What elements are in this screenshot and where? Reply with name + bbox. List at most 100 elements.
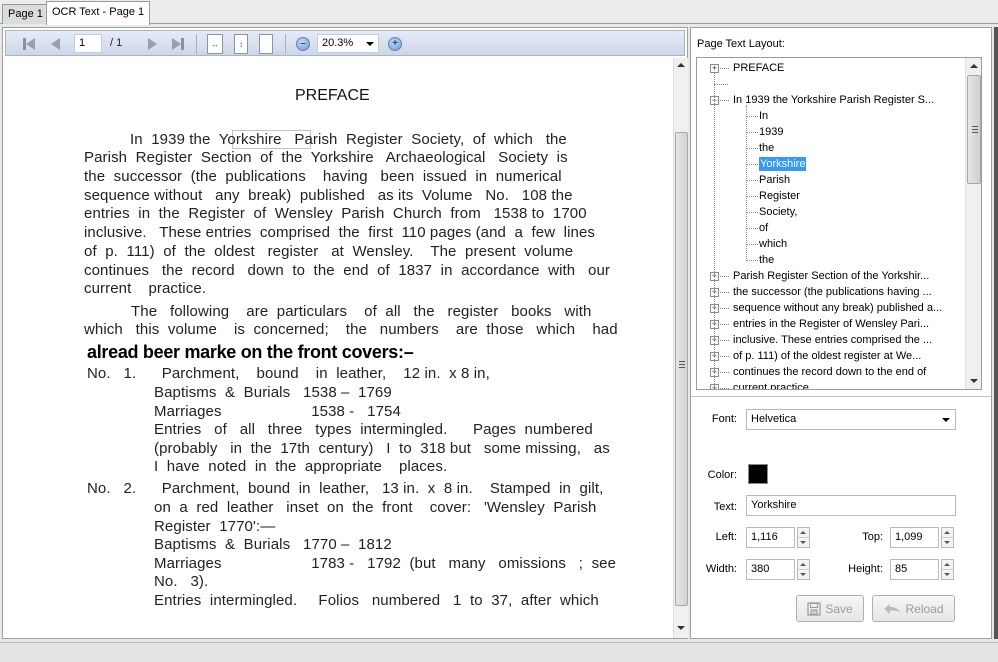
tree-connector — [746, 180, 758, 181]
fit-height-icon: ↕ — [239, 39, 243, 49]
document-line: entries in the Register of Wensley Paris… — [84, 205, 587, 222]
text-layout-tree[interactable]: + PREFACE − In 1939 the Yorkshire Parish Re… — [696, 57, 982, 390]
tree-item[interactable]: of — [759, 221, 768, 235]
fit-width-button[interactable]: ↔ — [207, 34, 223, 54]
spin-down-icon[interactable] — [800, 573, 806, 576]
document-scrollbar[interactable] — [673, 58, 688, 638]
tree-item[interactable]: 1939 — [759, 125, 783, 139]
spin-up-icon[interactable] — [944, 531, 950, 534]
chevron-down-icon — [366, 42, 374, 46]
document-line: current practice. — [84, 280, 207, 297]
tree-connector — [746, 105, 747, 261]
tree-scrollbar[interactable] — [965, 58, 981, 389]
tree-item[interactable]: Society, — [759, 205, 797, 219]
window-edge — [994, 27, 998, 639]
tree-item[interactable]: sequence without any break) published a.… — [733, 301, 942, 315]
tree-connector — [746, 148, 758, 149]
first-page-button[interactable] — [20, 34, 38, 54]
tree-item[interactable]: which — [759, 237, 787, 251]
tree-item[interactable]: Parish Register Section of the Yorkshir.… — [733, 269, 929, 283]
reload-button[interactable]: Reload — [872, 595, 955, 622]
tree-connector — [720, 324, 729, 325]
status-bar — [0, 642, 998, 662]
left-field[interactable]: 1,116 — [746, 527, 795, 548]
tree-item[interactable]: In 1939 the Yorkshire Parish Register S.… — [733, 93, 934, 107]
font-select[interactable]: Helvetica — [746, 409, 956, 430]
tree-item[interactable]: In — [759, 109, 768, 123]
toolbar-separator — [196, 34, 197, 54]
tree-item[interactable]: continues the record down to the end of — [733, 365, 926, 379]
scroll-down-icon[interactable] — [970, 379, 978, 383]
width-field[interactable]: 380 — [746, 559, 795, 580]
save-button[interactable]: Save — [796, 595, 864, 622]
text-field[interactable]: Yorkshire — [746, 495, 956, 516]
document-line: I have noted in the appropriate places. — [154, 458, 448, 475]
tree-connector — [746, 196, 758, 197]
ocr-page-view[interactable]: PREFACE In 1939 the Yorkshire Parish Reg… — [5, 58, 671, 638]
left-spinner[interactable] — [797, 527, 810, 548]
tree-item[interactable]: of p. 111) of the oldest register at We.… — [733, 349, 921, 363]
tree-item[interactable]: Parish — [759, 173, 790, 187]
tree-item[interactable]: the successor (the publications having .… — [733, 285, 932, 299]
document-line: Register 1770':— — [154, 518, 276, 535]
panel-divider — [691, 396, 991, 397]
scroll-up-icon[interactable] — [970, 64, 978, 68]
tree-item[interactable]: inclusive. These entries comprised the .… — [733, 333, 932, 347]
scroll-up-icon[interactable] — [677, 63, 685, 67]
tree-item[interactable]: Register — [759, 189, 800, 203]
page-number-input[interactable]: 1 — [74, 34, 102, 53]
fit-height-button[interactable]: ↕ — [234, 34, 248, 54]
fit-page-button[interactable] — [259, 34, 273, 54]
tree-item[interactable]: PREFACE — [733, 61, 784, 75]
top-spinner[interactable] — [941, 527, 954, 548]
scrollbar-thumb[interactable] — [675, 132, 688, 606]
color-swatch[interactable] — [748, 464, 768, 484]
top-field[interactable]: 1,099 — [890, 527, 939, 548]
spin-down-icon[interactable] — [800, 541, 806, 544]
tree-item-selected[interactable]: Yorkshire — [759, 157, 807, 171]
zoom-in-button[interactable]: + — [388, 37, 402, 51]
height-spinner[interactable] — [941, 559, 954, 580]
spin-up-icon[interactable] — [800, 563, 806, 566]
zoom-level-select[interactable]: 20.3% — [317, 34, 379, 53]
tree-item[interactable]: entries in the Register of Wensley Pari.… — [733, 317, 929, 331]
document-line: No. 3). — [154, 573, 209, 590]
grip-line — [679, 367, 685, 368]
grip-line — [679, 361, 685, 362]
zoom-in-icon: + — [392, 38, 398, 49]
document-line: sequence without any break) published as… — [84, 187, 573, 204]
width-spinner[interactable] — [797, 559, 810, 580]
text-label: Text: — [713, 501, 737, 513]
properties-panel: Page Text Layout: + PREFACE − In 1939 the Y… — [690, 27, 992, 639]
document-line: of p. 111) of the oldest register at Wen… — [84, 243, 574, 260]
spin-divider — [942, 537, 953, 538]
spin-down-icon[interactable] — [944, 573, 950, 576]
spin-up-icon[interactable] — [944, 563, 950, 566]
previous-page-button[interactable] — [48, 34, 62, 54]
scroll-down-icon[interactable] — [677, 626, 685, 630]
spin-up-icon[interactable] — [800, 531, 806, 534]
tree-item[interactable]: the — [759, 253, 774, 267]
next-page-button[interactable] — [146, 34, 160, 54]
tree-item[interactable]: the — [759, 141, 774, 155]
zoom-out-button[interactable]: – — [296, 37, 310, 51]
tab-ocr-text-page-1[interactable]: OCR Text - Page 1 — [46, 1, 151, 25]
document-line: on a red leather inset on the front cove… — [154, 499, 597, 516]
tree-connector — [720, 372, 729, 373]
height-field[interactable]: 85 — [890, 559, 939, 580]
tree-connector — [746, 164, 758, 165]
tree-scrollbar-thumb[interactable] — [967, 75, 981, 184]
last-page-button[interactable] — [169, 34, 187, 54]
tree-connector — [720, 356, 729, 357]
tree-connector — [746, 116, 758, 117]
document-line: Marriages 1538 - 1754 — [154, 403, 401, 420]
grip-line — [972, 129, 978, 130]
spin-down-icon[interactable] — [944, 541, 950, 544]
spin-divider — [798, 537, 809, 538]
tree-item[interactable]: current practice. — [733, 381, 812, 389]
document-line: alread beer marke on the front covers:– — [87, 342, 414, 362]
document-line: Parish Register Section of the Yorkshire… — [84, 149, 568, 166]
page-total: / 1 — [110, 37, 123, 49]
document-line: Marriages 1783 - 1792 (but many omission… — [154, 555, 617, 572]
tab-page-1[interactable]: Page 1 — [2, 4, 49, 24]
